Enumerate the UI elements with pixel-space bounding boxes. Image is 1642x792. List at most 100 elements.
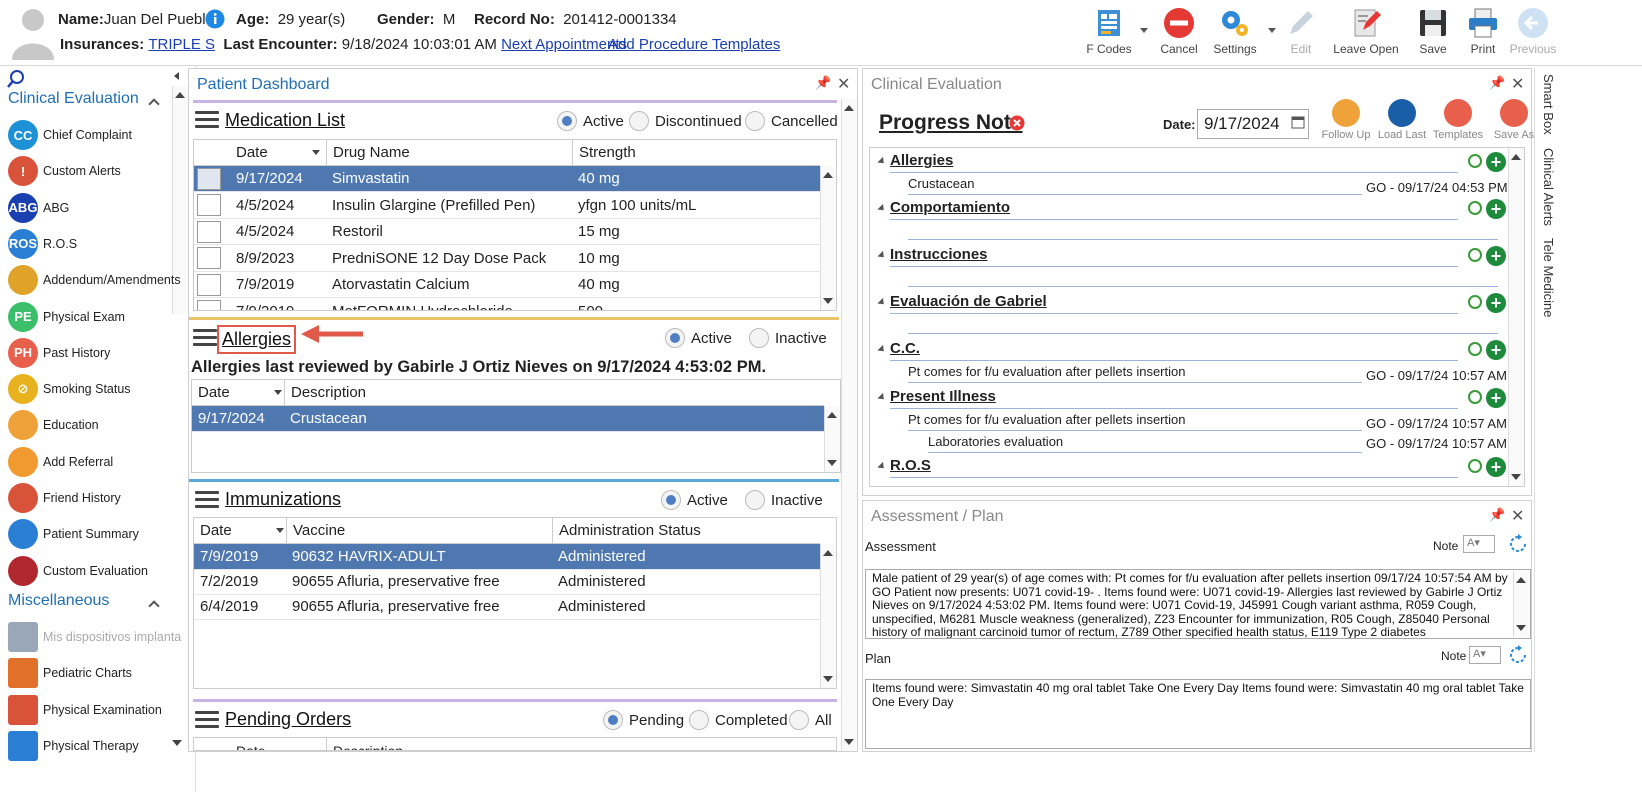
- tab-tele-medicine[interactable]: Tele Medicine: [1541, 238, 1556, 318]
- templates-button[interactable]: Templates: [1429, 99, 1487, 141]
- sidebar-item[interactable]: PH Past History: [8, 336, 183, 370]
- column-vaccine[interactable]: Vaccine: [286, 518, 556, 543]
- table-row[interactable]: 7/9/2019 90632 HAVRIX-ADULT Administered: [194, 544, 820, 570]
- table-row[interactable]: 6/4/2019 90655 Afluria, preservative free…: [194, 594, 820, 620]
- collapse-sidebar-icon[interactable]: [174, 72, 179, 80]
- pending-filter-all[interactable]: All: [789, 710, 832, 730]
- sidebar-item[interactable]: PE Physical Exam: [8, 300, 183, 334]
- immunizations-title[interactable]: Immunizations: [225, 489, 341, 510]
- expand-arrow-icon[interactable]: [877, 297, 887, 308]
- filter-active[interactable]: Active: [557, 111, 624, 131]
- table-row[interactable]: 8/9/2023 PredniSONE 12 Day Dose Pack 10 mg: [194, 246, 820, 272]
- expand-arrow-icon[interactable]: [877, 461, 887, 472]
- expand-arrow-icon[interactable]: [877, 203, 887, 214]
- remove-note-icon[interactable]: [1009, 115, 1025, 131]
- table-row[interactable]: 7/9/2019 Atorvastatin Calcium 40 mg: [194, 272, 820, 298]
- refresh-icon[interactable]: [1507, 644, 1529, 666]
- assessment-scrollbar[interactable]: [1513, 571, 1529, 637]
- column-date[interactable]: Date: [230, 738, 330, 751]
- tab-clinical-alerts[interactable]: Clinical Alerts: [1541, 148, 1556, 226]
- table-row[interactable]: 9/17/2024 Simvastatin 40 mg: [194, 166, 820, 192]
- column-description[interactable]: Description: [326, 738, 526, 750]
- allergies-scrollbar[interactable]: [824, 406, 840, 472]
- expand-arrow-icon[interactable]: [877, 392, 887, 403]
- progress-note-title[interactable]: Progress Note: [879, 111, 1023, 135]
- reminder-clock-icon[interactable]: [1468, 459, 1482, 473]
- expand-arrow-icon[interactable]: [877, 156, 887, 167]
- sidebar-item[interactable]: Education: [8, 408, 183, 442]
- table-row[interactable]: 4/5/2024 Insulin Glargine (Prefilled Pen)…: [194, 193, 820, 219]
- section-title[interactable]: Evaluación de Gabriel: [890, 293, 1047, 310]
- fcodes-dropdown-arrow-icon[interactable]: [1140, 28, 1148, 33]
- medication-list-title[interactable]: Medication List: [225, 110, 345, 131]
- refresh-icon[interactable]: [1507, 533, 1529, 555]
- section-title[interactable]: R.O.S: [890, 457, 931, 474]
- insurance-link[interactable]: TRIPLE S: [148, 36, 215, 53]
- row-checkbox[interactable]: [197, 194, 221, 216]
- filter-discontinued[interactable]: Discontinued: [629, 111, 742, 131]
- reminder-clock-icon[interactable]: [1468, 201, 1482, 215]
- sidebar-misc-item[interactable]: Physical Examination: [8, 693, 183, 727]
- sidebar-item[interactable]: Patient Summary: [8, 517, 183, 551]
- row-checkbox[interactable]: [197, 220, 221, 243]
- sidebar-item[interactable]: Custom Evaluation: [8, 554, 183, 588]
- tab-smart-box[interactable]: Smart Box: [1541, 74, 1556, 135]
- pin-icon[interactable]: 📌: [815, 75, 831, 91]
- clinical-tree-scrollbar[interactable]: [1508, 148, 1524, 486]
- plan-textarea[interactable]: Items found were: Simvastatin 40 mg oral…: [865, 679, 1531, 749]
- dashboard-scrollbar[interactable]: [841, 99, 857, 751]
- sidebar-item[interactable]: ⊘ Smoking Status: [8, 372, 183, 406]
- close-icon[interactable]: ✕: [1511, 74, 1524, 94]
- immunization-filter-active[interactable]: Active: [661, 490, 728, 510]
- column-drug-name[interactable]: Drug Name: [326, 140, 576, 165]
- sidebar-item[interactable]: Friend History: [8, 481, 183, 515]
- menu-icon[interactable]: [193, 329, 217, 347]
- pending-filter-pending[interactable]: Pending: [603, 710, 684, 730]
- sidebar-item[interactable]: Addendum/Amendments: [8, 263, 183, 297]
- reminder-clock-icon[interactable]: [1468, 248, 1482, 262]
- column-strength[interactable]: Strength: [572, 140, 820, 165]
- previous-button[interactable]: Previous: [1502, 4, 1564, 62]
- sidebar-misc-item[interactable]: Mis dispositivos implanta: [8, 620, 183, 654]
- section-title[interactable]: C.C.: [890, 340, 920, 357]
- sidebar-item[interactable]: CC Chief Complaint: [8, 118, 183, 152]
- section-entry[interactable]: Pt comes for f/u evaluation after pellet…: [908, 364, 1185, 379]
- close-icon[interactable]: ✕: [837, 74, 850, 94]
- close-icon[interactable]: ✕: [1511, 506, 1524, 526]
- settings-button[interactable]: Settings: [1204, 4, 1266, 62]
- fcodes-button[interactable]: F Codes: [1078, 4, 1140, 62]
- table-row[interactable]: 4/5/2024 Restoril 15 mg: [194, 219, 820, 245]
- menu-icon[interactable]: [195, 111, 219, 129]
- sidebar-item[interactable]: ! Custom Alerts: [8, 154, 183, 188]
- expand-arrow-icon[interactable]: [877, 250, 887, 261]
- follow-up-button[interactable]: Follow Up: [1317, 99, 1375, 141]
- table-row[interactable]: 7/9/2019 MetFORMIN Hydrochloride 500: [194, 299, 820, 310]
- add-icon[interactable]: +: [1486, 199, 1506, 219]
- chevron-up-icon[interactable]: [148, 600, 160, 612]
- immunization-filter-inactive[interactable]: Inactive: [745, 490, 823, 510]
- section-title[interactable]: Allergies: [890, 152, 953, 169]
- note-dropdown[interactable]: A▾: [1463, 535, 1495, 553]
- expand-arrow-icon[interactable]: [877, 344, 887, 355]
- column-date[interactable]: Date: [192, 380, 288, 405]
- menu-icon[interactable]: [195, 711, 219, 729]
- table-row[interactable]: 9/17/2024 Crustacean: [192, 406, 824, 432]
- info-icon[interactable]: [205, 9, 225, 29]
- table-row[interactable]: 7/2/2019 90655 Afluria, preservative free…: [194, 569, 820, 595]
- add-procedure-templates-link[interactable]: Add Procedure Templates: [608, 36, 780, 53]
- column-date[interactable]: Date: [194, 518, 290, 543]
- note-dropdown[interactable]: A▾: [1469, 646, 1501, 664]
- allergy-filter-inactive[interactable]: Inactive: [749, 328, 827, 348]
- sidebar-item[interactable]: ABG ABG: [8, 191, 183, 225]
- immunizations-scrollbar[interactable]: [820, 544, 836, 688]
- add-icon[interactable]: +: [1486, 457, 1506, 477]
- section-clinical-evaluation[interactable]: Clinical Evaluation: [8, 90, 139, 108]
- row-checkbox[interactable]: [197, 167, 221, 190]
- reminder-clock-icon[interactable]: [1468, 295, 1482, 309]
- medication-scrollbar[interactable]: [820, 166, 836, 310]
- add-icon[interactable]: +: [1486, 246, 1506, 266]
- pending-filter-completed[interactable]: Completed: [689, 710, 788, 730]
- sidebar-item[interactable]: ROS R.O.S: [8, 227, 183, 261]
- assessment-textarea[interactable]: Male patient of 29 year(s) of age comes …: [865, 569, 1531, 639]
- sidebar-item[interactable]: Add Referral: [8, 445, 183, 479]
